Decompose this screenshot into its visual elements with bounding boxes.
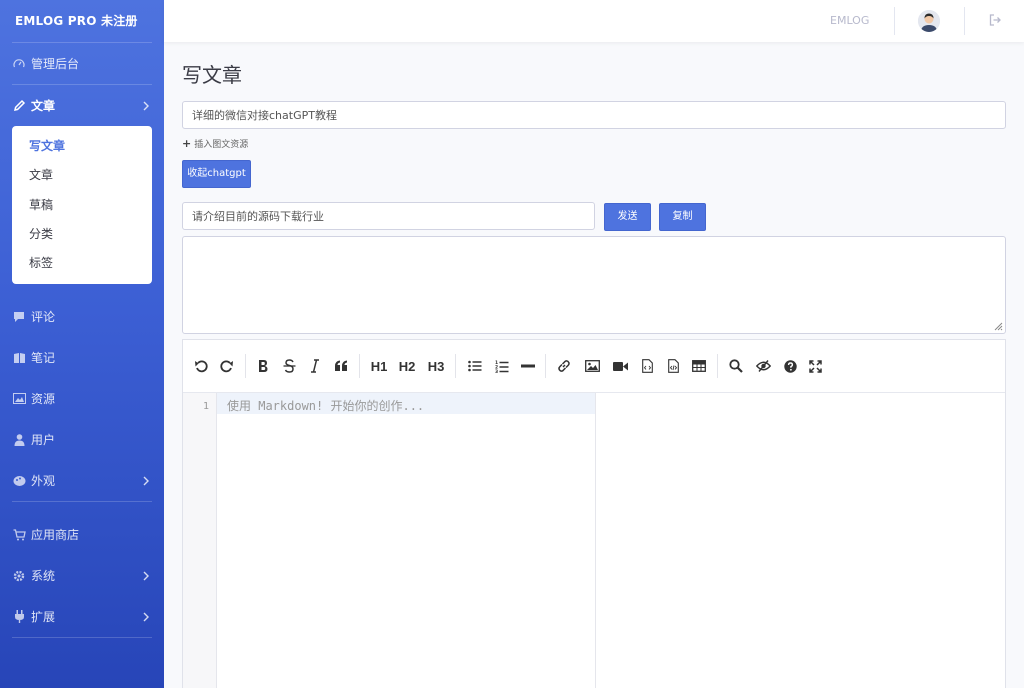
sidebar-item-users[interactable]: 用户 bbox=[0, 419, 164, 460]
sidebar-item-label: 扩展 bbox=[31, 610, 56, 625]
user-avatar[interactable] bbox=[918, 10, 940, 32]
sidebar-item-label: 应用商店 bbox=[31, 528, 80, 543]
sidebar-item-label: 外观 bbox=[31, 474, 56, 489]
toolbar-separator bbox=[545, 354, 546, 378]
strikethrough-icon[interactable] bbox=[280, 357, 298, 375]
sidebar-item-dashboard[interactable]: 管理后台 bbox=[0, 43, 164, 84]
submenu-drafts[interactable]: 草稿 bbox=[12, 191, 152, 220]
toolbar-separator bbox=[455, 354, 456, 378]
sidebar-item-comments[interactable]: 评论 bbox=[0, 296, 164, 337]
italic-icon[interactable] bbox=[306, 357, 324, 375]
video-icon[interactable] bbox=[611, 357, 629, 375]
brand-title[interactable]: EMLOG PRO 未注册 bbox=[0, 0, 164, 42]
image-insert-icon[interactable] bbox=[583, 357, 601, 375]
cart-icon bbox=[12, 528, 26, 542]
code-file-icon[interactable] bbox=[638, 357, 656, 375]
numbered-list-icon[interactable]: 123 bbox=[493, 357, 511, 375]
avatar-icon bbox=[918, 10, 940, 32]
chevron-right-icon bbox=[143, 101, 149, 110]
submenu-articles[interactable]: 文章 bbox=[12, 161, 152, 190]
submenu-tags[interactable]: 标签 bbox=[12, 249, 152, 278]
sidebar-item-label: 用户 bbox=[31, 433, 56, 448]
article-title-input[interactable] bbox=[182, 101, 1006, 129]
plus-icon: + bbox=[182, 137, 192, 150]
sidebar-item-label: 笔记 bbox=[31, 351, 56, 366]
topbar-divider bbox=[894, 7, 895, 35]
image-icon bbox=[12, 392, 26, 406]
copy-button[interactable]: 复制 bbox=[659, 203, 706, 231]
logout-icon[interactable] bbox=[989, 14, 1001, 26]
bullet-list-icon[interactable] bbox=[466, 357, 484, 375]
toolbar-separator bbox=[245, 354, 246, 378]
editor-placeholder[interactable]: 使用 Markdown! 开始你的创作... bbox=[227, 397, 424, 414]
topbar-divider bbox=[964, 7, 965, 35]
line-number-gutter: 1 bbox=[183, 393, 217, 688]
topbar: EMLOG bbox=[164, 0, 1024, 42]
sidebar-item-article[interactable]: 文章 bbox=[0, 85, 164, 126]
editor-preview-divider bbox=[595, 393, 596, 688]
toolbar-separator bbox=[717, 354, 718, 378]
editor-toolbar: H1 H2 H3 123 bbox=[183, 340, 1005, 393]
sidebar-item-extensions[interactable]: 扩展 bbox=[0, 596, 164, 637]
heading-1-button[interactable]: H1 bbox=[368, 357, 390, 375]
chatgpt-prompt-input[interactable] bbox=[182, 202, 595, 230]
user-icon bbox=[12, 433, 26, 447]
sidebar-item-notes[interactable]: 笔记 bbox=[0, 337, 164, 378]
sidebar-item-resources[interactable]: 资源 bbox=[0, 378, 164, 419]
undo-icon[interactable] bbox=[192, 357, 210, 375]
sidebar-item-label: 评论 bbox=[31, 310, 56, 325]
link-icon[interactable] bbox=[555, 357, 573, 375]
note-icon bbox=[12, 351, 26, 365]
send-button[interactable]: 发送 bbox=[604, 203, 651, 231]
resize-grip-icon[interactable] bbox=[993, 321, 1003, 331]
help-icon[interactable] bbox=[781, 357, 799, 375]
markdown-editor: H1 H2 H3 123 1 使用 Markdown! 开始你的创作... bbox=[182, 339, 1006, 688]
plug-icon bbox=[12, 610, 26, 624]
line-number: 1 bbox=[202, 401, 209, 412]
preview-toggle-icon[interactable] bbox=[754, 357, 772, 375]
submenu-categories[interactable]: 分类 bbox=[12, 220, 152, 249]
svg-text:3: 3 bbox=[495, 369, 498, 373]
submenu-write-article[interactable]: 写文章 bbox=[12, 132, 152, 161]
collapse-chatgpt-button[interactable]: 收起chatgpt bbox=[182, 160, 251, 188]
comment-icon bbox=[12, 310, 26, 324]
sidebar-item-label: 系统 bbox=[31, 569, 56, 584]
table-icon[interactable] bbox=[690, 357, 708, 375]
gear-icon bbox=[12, 569, 26, 583]
chevron-right-icon bbox=[143, 571, 149, 581]
palette-icon bbox=[12, 474, 26, 488]
insert-resource-link[interactable]: + 插入图文资源 bbox=[182, 137, 248, 150]
heading-2-button[interactable]: H2 bbox=[396, 357, 418, 375]
heading-3-button[interactable]: H3 bbox=[425, 357, 447, 375]
sidebar-item-label: 资源 bbox=[31, 392, 56, 407]
code-block-icon[interactable] bbox=[664, 357, 682, 375]
chevron-right-icon bbox=[143, 476, 149, 486]
sidebar-item-store[interactable]: 应用商店 bbox=[0, 514, 164, 555]
sidebar: EMLOG PRO 未注册 管理后台 文章 写文章 文章 草稿 分类 标签 评论… bbox=[0, 0, 164, 688]
search-icon[interactable] bbox=[727, 357, 745, 375]
horizontal-rule-icon[interactable] bbox=[519, 357, 537, 375]
sidebar-item-appearance[interactable]: 外观 bbox=[0, 460, 164, 501]
insert-resource-label: 插入图文资源 bbox=[194, 140, 249, 150]
sidebar-item-system[interactable]: 系统 bbox=[0, 555, 164, 596]
sidebar-item-label: 文章 bbox=[31, 99, 56, 113]
chevron-right-icon bbox=[143, 612, 149, 622]
toolbar-separator bbox=[359, 354, 360, 378]
bold-icon[interactable] bbox=[254, 357, 272, 375]
quote-icon[interactable] bbox=[332, 357, 350, 375]
chatgpt-answer-textarea[interactable] bbox=[182, 236, 1006, 334]
site-name-link[interactable]: EMLOG bbox=[830, 0, 869, 42]
sidebar-divider bbox=[12, 637, 152, 639]
redo-icon[interactable] bbox=[218, 357, 236, 375]
pencil-icon bbox=[12, 99, 26, 113]
page-title: 写文章 bbox=[182, 63, 242, 87]
article-submenu: 写文章 文章 草稿 分类 标签 bbox=[12, 126, 152, 285]
sidebar-item-label: 管理后台 bbox=[31, 57, 80, 71]
speedometer-icon bbox=[12, 57, 26, 71]
fullscreen-icon[interactable] bbox=[806, 357, 824, 375]
